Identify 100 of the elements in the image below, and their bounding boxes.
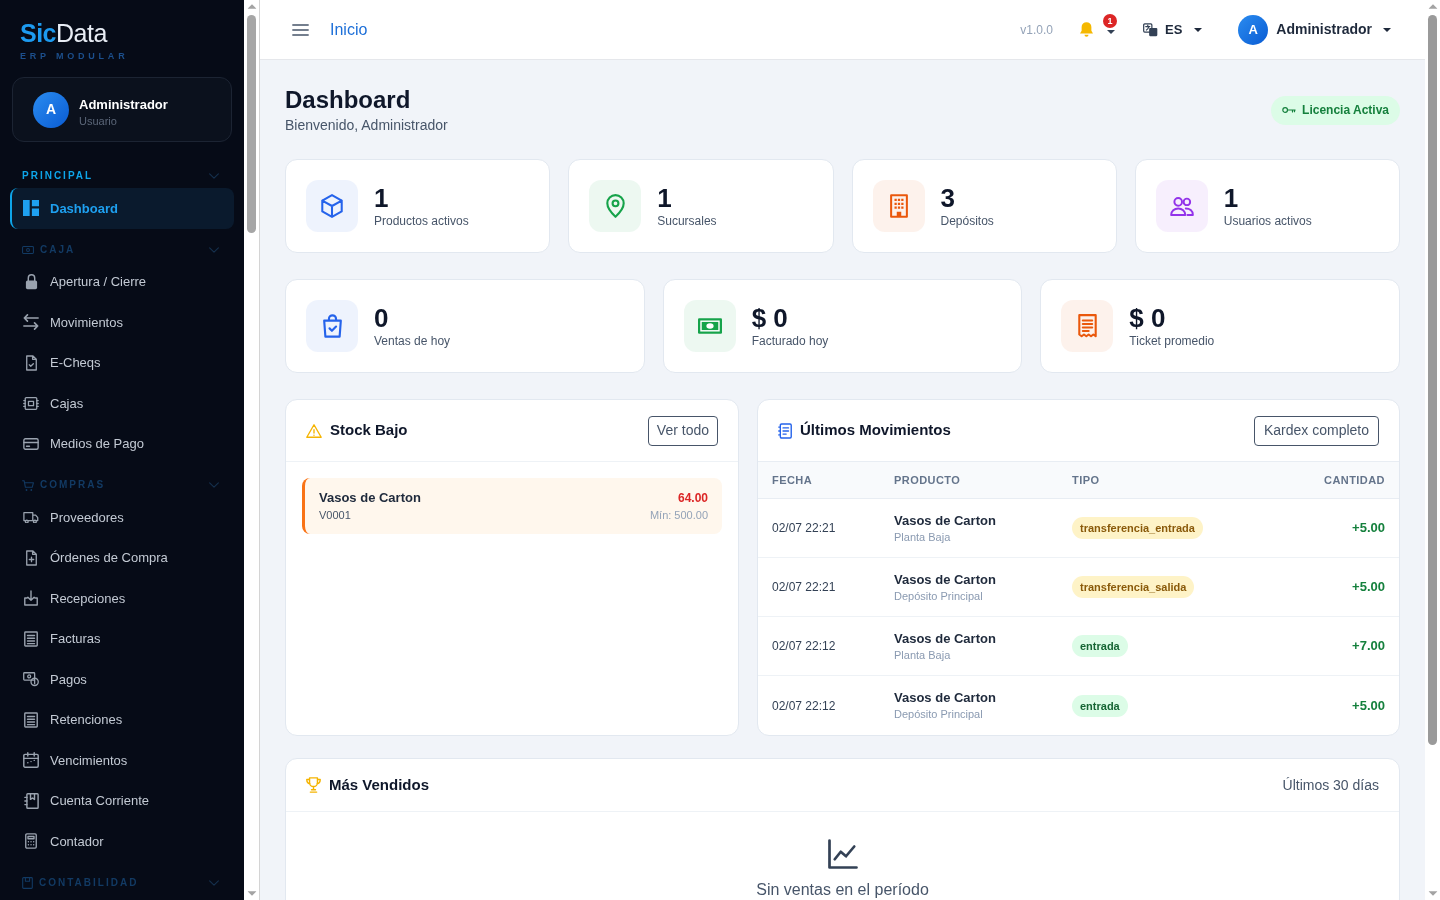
date-text: 02/07 22:12: [772, 697, 837, 715]
nav-item[interactable]: Contador: [10, 821, 234, 862]
low-stock-item[interactable]: Vasos de Carton V0001 64.00 Mín: 500.00: [302, 478, 722, 534]
caret-down-icon[interactable]: [247, 891, 256, 896]
stock-quantity: 64.00: [677, 490, 708, 507]
kardex-button[interactable]: Kardex completo: [1253, 415, 1379, 446]
location-text: Depósito Principal: [894, 707, 983, 722]
truck-icon: [23, 511, 39, 523]
chevron-down-icon[interactable]: [209, 879, 219, 886]
version-label: v1.0.0: [1020, 21, 1053, 39]
minimum-stock: Mín: 500.00: [649, 508, 708, 523]
stat-value: 0: [374, 303, 390, 333]
empty-message: Sin ventas en el período: [756, 881, 929, 899]
user-name: Administrador: [79, 95, 168, 113]
quantity-text: +7.00: [1352, 637, 1385, 656]
nav-item[interactable]: Retenciones: [10, 699, 234, 740]
product-name: Vasos de Carton: [894, 689, 996, 707]
column-header: CANTIDAD: [1324, 472, 1385, 488]
page-subtitle: Bienvenido, Administrador: [285, 116, 448, 135]
menu-icon: [291, 23, 309, 36]
nav-item[interactable]: Cajas: [10, 383, 234, 424]
user-menu-button[interactable]: A Administrador: [1238, 14, 1391, 45]
type-tag: entrada: [1072, 635, 1128, 657]
product-name: Vasos de Carton: [319, 489, 421, 507]
panel-title: Más Vendidos: [329, 774, 430, 795]
nav-item[interactable]: Órdenes de Compra: [10, 537, 234, 578]
document-list-icon: [778, 422, 792, 439]
type-tag: entrada: [1072, 694, 1128, 717]
caret-down-icon[interactable]: [1428, 891, 1437, 896]
column-header: TIPO: [1072, 472, 1101, 488]
section-label: COMPRAS: [40, 479, 106, 491]
tray-arrow-down-icon: [24, 590, 38, 607]
stat-label: Facturado hoy: [751, 333, 829, 349]
nav-item[interactable]: Proveedores: [10, 497, 234, 538]
column-header: PRODUCTO: [894, 472, 962, 488]
caret-up-icon[interactable]: [247, 4, 256, 9]
nav-item[interactable]: Recepciones: [10, 578, 234, 619]
scrollbar-thumb[interactable]: [247, 15, 256, 233]
nav-item[interactable]: Dashboard: [10, 188, 234, 229]
nav-item[interactable]: Apertura / Cierre: [10, 261, 234, 302]
location-text: Depósito Principal: [894, 588, 983, 604]
license-status-text: Licencia Activa: [1302, 102, 1389, 119]
scrollbar[interactable]: [244, 0, 260, 900]
dashboard-icon: [23, 200, 39, 217]
translate-icon: [1142, 22, 1158, 37]
date-text: 02/07 22:21: [772, 520, 837, 537]
panel-title: Stock Bajo: [330, 420, 408, 441]
panel-title: Últimos Movimientos: [800, 420, 951, 441]
nav-item[interactable]: E-Cheqs: [10, 342, 234, 383]
lock-icon: [24, 273, 38, 290]
stat-value: $ 0: [751, 303, 789, 333]
nav-item[interactable]: Cuenta Corriente: [10, 780, 234, 821]
cart-icon: [22, 479, 34, 491]
notebook-icon: [23, 792, 39, 809]
product-name: Vasos de Carton: [894, 629, 996, 648]
period-label: Últimos 30 días: [1282, 775, 1379, 795]
quantity-text: +5.00: [1352, 578, 1385, 597]
trophy-icon: [306, 777, 321, 793]
stat-value: 3: [940, 183, 956, 213]
stat-label: Productos activos: [374, 213, 469, 229]
page-title: Dashboard: [285, 85, 412, 115]
stat-label: Usuarios activos: [1223, 213, 1312, 229]
stat-label: Ventas de hoy: [374, 333, 451, 349]
column-header: FECHA: [772, 472, 814, 488]
chevron-down-icon[interactable]: [209, 246, 219, 253]
notification-count: 1: [1102, 14, 1117, 28]
chevron-down-icon[interactable]: [209, 482, 219, 488]
caret-up-icon[interactable]: [1428, 4, 1437, 9]
stat-label: Ticket promedio: [1129, 333, 1215, 349]
tagline: ERP MODULAR: [20, 50, 129, 62]
nav-item[interactable]: Pagos: [10, 659, 234, 700]
nav-item[interactable]: Facturas: [10, 618, 234, 659]
quantity-text: +5.00: [1352, 519, 1385, 538]
location-text: Planta Baja: [894, 529, 951, 545]
language-button[interactable]: ES: [1142, 19, 1203, 40]
stat-value: 1: [657, 183, 673, 213]
caret-down-icon: [1383, 27, 1391, 32]
nav-item[interactable]: Movimientos: [10, 302, 234, 343]
breadcrumb-link[interactable]: Inicio: [330, 17, 368, 42]
location-text: Planta Baja: [894, 647, 951, 663]
logo: SicData: [20, 21, 107, 46]
key-icon: [1282, 107, 1297, 113]
chevron-down-icon[interactable]: [209, 173, 219, 179]
scrollbar-thumb[interactable]: [1428, 15, 1437, 745]
stat-value: 1: [1223, 183, 1240, 213]
quantity-text: +5.00: [1352, 696, 1385, 715]
warning-icon: [306, 423, 322, 438]
arrows-left-right-icon: [23, 314, 39, 331]
view-all-button[interactable]: Ver todo: [647, 415, 718, 446]
scrollbar[interactable]: [1425, 0, 1440, 900]
credit-card-icon: [23, 437, 39, 450]
caret-down-icon: [1194, 27, 1203, 32]
product-code: V0001: [319, 508, 352, 523]
avatar: A: [33, 91, 69, 128]
nav-item[interactable]: Vencimientos: [10, 740, 234, 781]
date-text: 02/07 22:12: [772, 638, 837, 655]
banknote-icon: [22, 245, 34, 254]
nav-item[interactable]: Medios de Pago: [10, 423, 234, 464]
calculator-icon: [25, 833, 37, 850]
product-name: Vasos de Carton: [894, 511, 996, 530]
